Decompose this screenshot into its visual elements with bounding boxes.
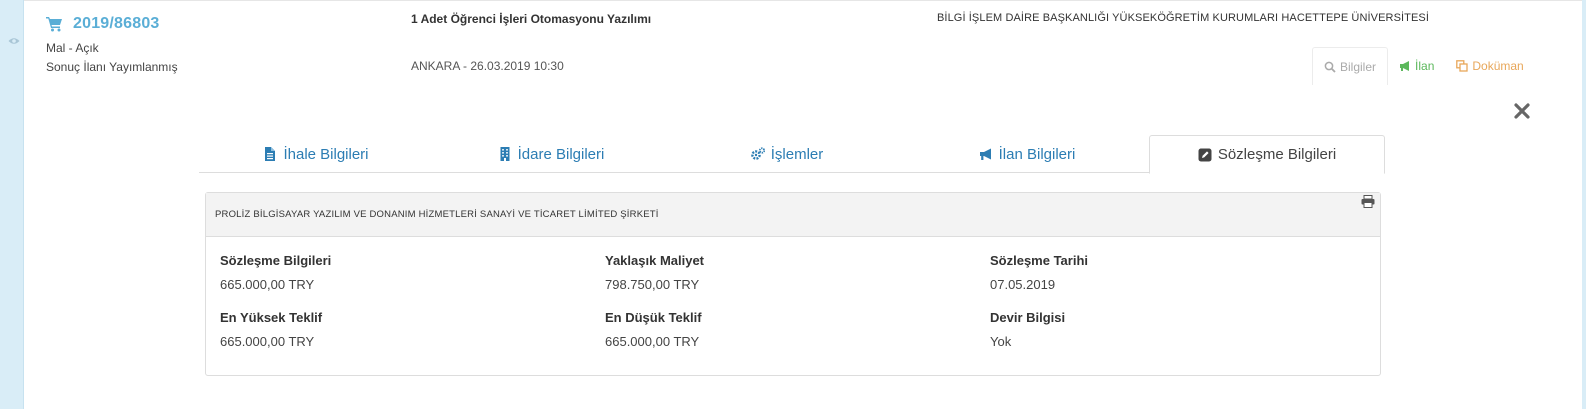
action-bar: Bilgiler İlan Doküman [1312, 47, 1535, 85]
ihale-number-link[interactable]: 2019/86803 [73, 15, 160, 33]
dokuman-button[interactable]: Doküman [1445, 47, 1534, 85]
tab-label: Sözleşme Bilgileri [1217, 146, 1337, 163]
bilgiler-button[interactable]: Bilgiler [1312, 47, 1389, 85]
ihale-status: Sonuç İlanı Yayımlanmış [46, 60, 178, 74]
file-text-icon [265, 147, 276, 161]
tab-label: İdare Bilgileri [517, 145, 605, 163]
bullhorn-icon [979, 148, 991, 160]
institution-name: BİLGİ İŞLEM DAİRE BAŞKANLIĞI YÜKSEKÖĞRET… [937, 12, 1430, 24]
contract-panel: PROLİZ BİLGİSAYAR YAZILIM VE DONANIM HİZ… [205, 192, 1381, 376]
ihale-type: Mal - Açık [46, 41, 99, 55]
copy-document-icon [1456, 60, 1469, 72]
field-label-devir-bilgisi: Devir Bilgisi [990, 310, 1066, 325]
close-icon[interactable] [1513, 102, 1531, 120]
bilgiler-label: Bilgiler [1340, 59, 1377, 74]
gears-icon [750, 147, 765, 160]
eye-icon[interactable] [8, 37, 20, 45]
search-icon [1324, 61, 1336, 73]
tab-sozlesme-bilgileri[interactable]: Sözleşme Bilgileri [1149, 135, 1385, 174]
divider [24, 0, 1582, 1]
field-value-sozlesme-tarihi: 07.05.2019 [990, 277, 1056, 292]
field-value-yaklasik-maliyet: 798.750,00 TRY [605, 277, 700, 292]
detail-tabs: İhale Bilgileri İdare Bilgileri İşlemler… [199, 135, 1385, 174]
edit-icon [1198, 148, 1212, 161]
right-side-strip [1582, 0, 1586, 409]
dokuman-label: Doküman [1472, 59, 1524, 73]
tab-label: İhale Bilgileri [283, 145, 369, 163]
field-label-yaklasik-maliyet: Yaklaşık Maliyet [605, 253, 705, 268]
left-side-strip [0, 0, 24, 409]
shopping-cart-icon [46, 17, 62, 32]
field-label-en-yuksek-teklif: En Yüksek Teklif [220, 310, 323, 325]
ilan-button[interactable]: İlan [1388, 47, 1445, 85]
field-label-sozlesme-bilgileri: Sözleşme Bilgileri [220, 253, 332, 268]
ilan-label: İlan [1415, 59, 1435, 73]
field-value-en-yuksek-teklif: 665.000,00 TRY [220, 334, 315, 349]
contractor-company: PROLİZ BİLGİSAYAR YAZILIM VE DONANIM HİZ… [215, 209, 659, 220]
tab-ilan-bilgileri[interactable]: İlan Bilgileri [905, 135, 1149, 173]
tab-islemler[interactable]: İşlemler [669, 135, 905, 173]
ihale-title: 1 Adet Öğrenci İşleri Otomasyonu Yazılım… [411, 12, 652, 26]
field-value-en-dusuk-teklif: 665.000,00 TRY [605, 334, 700, 349]
field-value-sozlesme-bedeli: 665.000,00 TRY [220, 277, 315, 292]
building-icon [500, 147, 510, 161]
field-label-sozlesme-tarihi: Sözleşme Tarihi [990, 253, 1089, 268]
contract-panel-header: PROLİZ BİLGİSAYAR YAZILIM VE DONANIM HİZ… [206, 193, 1380, 237]
field-label-en-dusuk-teklif: En Düşük Teklif [605, 310, 702, 325]
print-icon[interactable] [1361, 195, 1375, 208]
tab-label: İlan Bilgileri [998, 145, 1076, 163]
tab-label: İşlemler [770, 145, 824, 163]
field-value-devir-bilgisi: Yok [990, 334, 1012, 349]
bullhorn-icon [1400, 61, 1410, 71]
tab-idare-bilgileri[interactable]: İdare Bilgileri [433, 135, 669, 173]
ihale-header: 2019/86803 [46, 15, 160, 33]
location-date: ANKARA - 26.03.2019 10:30 [411, 59, 564, 73]
tab-ihale-bilgileri[interactable]: İhale Bilgileri [199, 135, 433, 173]
